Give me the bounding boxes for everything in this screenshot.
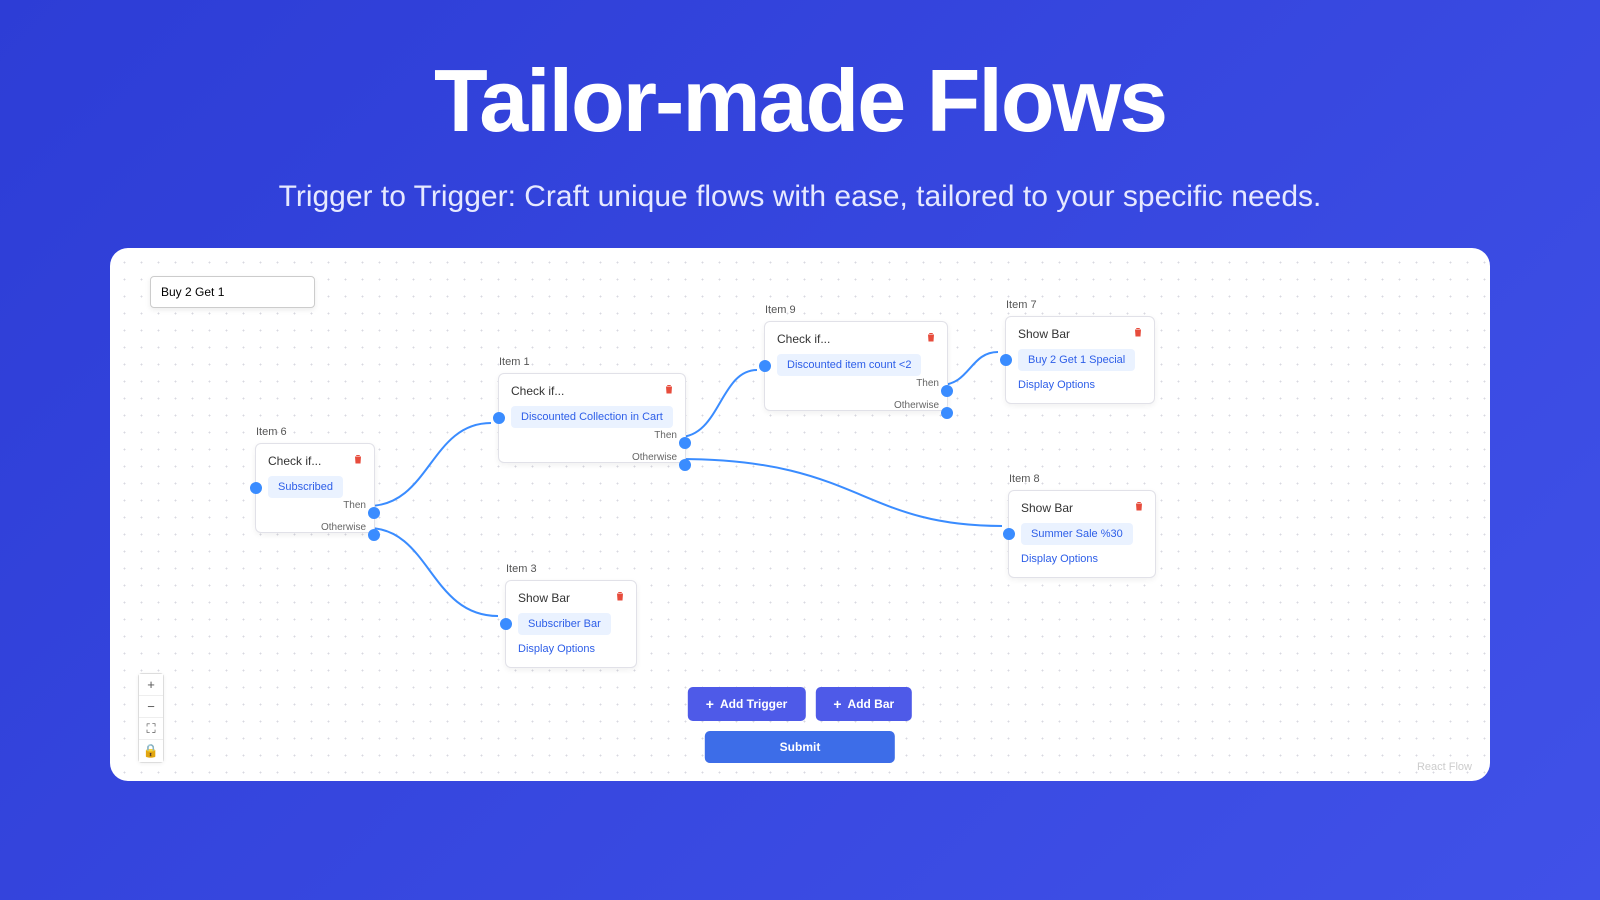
add-bar-button[interactable]: +Add Bar — [815, 687, 912, 721]
port-in[interactable] — [250, 482, 262, 494]
add-trigger-button[interactable]: +Add Trigger — [688, 687, 806, 721]
node-item6[interactable]: Item 6 Check if... Subscribed Then Other… — [255, 443, 375, 533]
trash-icon[interactable] — [352, 452, 364, 470]
node-title: Check if... — [511, 384, 673, 398]
display-options-link[interactable]: Display Options — [518, 643, 624, 655]
port-in[interactable] — [1003, 528, 1015, 540]
zoom-in-button[interactable]: + — [139, 674, 163, 696]
node-title: Show Bar — [1018, 327, 1142, 341]
node-chip[interactable]: Discounted item count <2 — [777, 354, 921, 376]
flow-name-input[interactable] — [150, 276, 315, 308]
port-label-then: Then — [343, 500, 366, 511]
node-title: Show Bar — [518, 591, 624, 605]
node-item9[interactable]: Item 9 Check if... Discounted item count… — [764, 321, 948, 411]
zoom-out-button[interactable]: − — [139, 696, 163, 718]
port-label-then: Then — [916, 378, 939, 389]
node-chip[interactable]: Buy 2 Get 1 Special — [1018, 349, 1135, 371]
trash-icon[interactable] — [1132, 325, 1144, 343]
node-title: Show Bar — [1021, 501, 1143, 515]
port-in[interactable] — [500, 618, 512, 630]
port-label-then: Then — [654, 430, 677, 441]
trash-icon[interactable] — [925, 330, 937, 348]
lock-button[interactable]: 🔒 — [139, 740, 163, 762]
node-chip[interactable]: Subscriber Bar — [518, 613, 611, 635]
node-label: Item 7 — [1006, 299, 1037, 311]
node-chip[interactable]: Subscribed — [268, 476, 343, 498]
node-label: Item 3 — [506, 563, 537, 575]
trash-icon[interactable] — [663, 382, 675, 400]
node-label: Item 6 — [256, 426, 287, 438]
port-label-otherwise: Otherwise — [632, 452, 677, 463]
plus-icon: + — [706, 696, 714, 712]
node-chip[interactable]: Discounted Collection in Cart — [511, 406, 673, 428]
port-then[interactable] — [941, 385, 953, 397]
display-options-link[interactable]: Display Options — [1021, 553, 1143, 565]
port-in[interactable] — [493, 412, 505, 424]
port-label-otherwise: Otherwise — [321, 522, 366, 533]
flow-canvas[interactable]: Item 6 Check if... Subscribed Then Other… — [110, 248, 1490, 781]
port-otherwise[interactable] — [679, 459, 691, 471]
port-then[interactable] — [368, 507, 380, 519]
node-label: Item 1 — [499, 356, 530, 368]
node-item3[interactable]: Item 3 Show Bar Subscriber Bar Display O… — [505, 580, 637, 668]
bottom-buttons: +Add Trigger +Add Bar Submit — [688, 687, 912, 763]
node-label: Item 9 — [765, 304, 796, 316]
node-item7[interactable]: Item 7 Show Bar Buy 2 Get 1 Special Disp… — [1005, 316, 1155, 404]
node-item8[interactable]: Item 8 Show Bar Summer Sale %30 Display … — [1008, 490, 1156, 578]
node-label: Item 8 — [1009, 473, 1040, 485]
node-title: Check if... — [777, 332, 935, 346]
port-label-otherwise: Otherwise — [894, 400, 939, 411]
port-in[interactable] — [1000, 354, 1012, 366]
fit-view-button[interactable]: ⛶ — [139, 718, 163, 740]
node-item1[interactable]: Item 1 Check if... Discounted Collection… — [498, 373, 686, 463]
node-chip[interactable]: Summer Sale %30 — [1021, 523, 1133, 545]
port-otherwise[interactable] — [368, 529, 380, 541]
trash-icon[interactable] — [614, 589, 626, 607]
zoom-controls: + − ⛶ 🔒 — [138, 673, 164, 763]
hero-subtitle: Trigger to Trigger: Craft unique flows w… — [0, 180, 1600, 214]
hero-title: Tailor-made Flows — [0, 0, 1600, 152]
port-in[interactable] — [759, 360, 771, 372]
port-otherwise[interactable] — [941, 407, 953, 419]
port-then[interactable] — [679, 437, 691, 449]
plus-icon: + — [833, 696, 841, 712]
trash-icon[interactable] — [1133, 499, 1145, 517]
submit-button[interactable]: Submit — [705, 731, 895, 763]
display-options-link[interactable]: Display Options — [1018, 379, 1142, 391]
node-title: Check if... — [268, 454, 362, 468]
attribution: React Flow — [1417, 761, 1472, 773]
